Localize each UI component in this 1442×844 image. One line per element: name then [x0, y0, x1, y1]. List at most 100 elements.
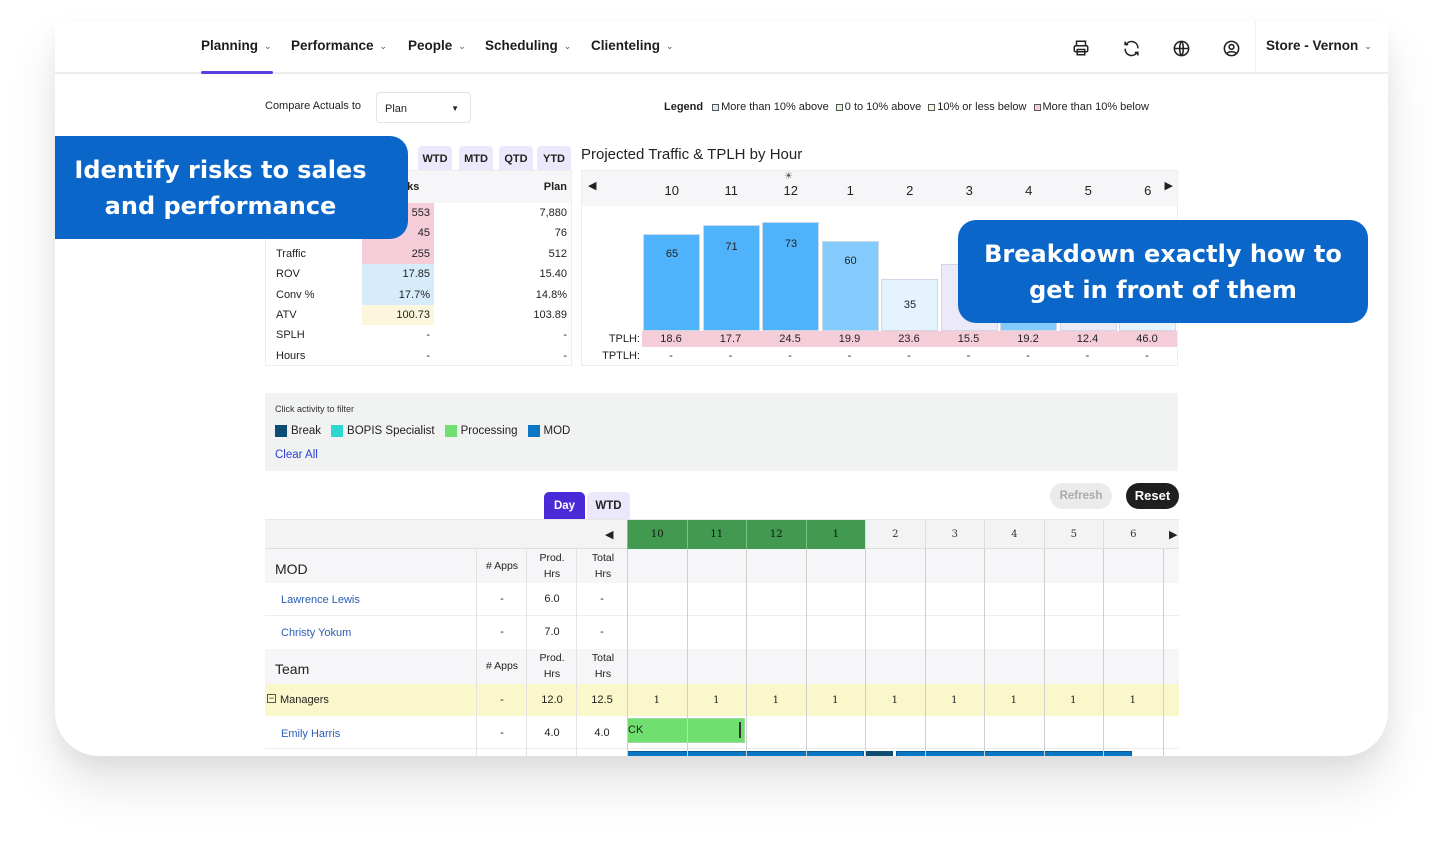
tplh-value: 23.6: [898, 333, 920, 345]
refresh-button[interactable]: Refresh: [1050, 483, 1112, 509]
activity-break[interactable]: Break: [275, 425, 321, 437]
tptlh-value: -: [669, 350, 673, 362]
activity-filter: Click activity to filter Break BOPIS Spe…: [265, 393, 1178, 471]
metric-row: ROV 17.85 15.40: [266, 264, 571, 285]
activity-processing[interactable]: Processing: [444, 425, 518, 437]
tplh-value: 12.4: [1076, 333, 1099, 345]
employee-link[interactable]: Lawrence Lewis: [281, 594, 360, 606]
schedule-hour[interactable]: 4: [984, 520, 1044, 549]
tab-day[interactable]: Day: [544, 492, 585, 519]
grid-line: [627, 549, 628, 756]
nav-label: Performance: [291, 38, 374, 53]
activity-mod[interactable]: MOD: [527, 425, 570, 437]
sun-icon: ☀: [784, 171, 793, 182]
activity-bopis[interactable]: BOPIS Specialist: [331, 425, 435, 437]
nav-scheduling[interactable]: Scheduling ⌄: [485, 38, 571, 53]
legend-label: More than 10% above: [721, 101, 829, 113]
tplh-label: TPLH:: [608, 333, 640, 345]
tab-mtd[interactable]: MTD: [459, 146, 493, 170]
managers-group-row: − Managers - 12.0 12.5 111111111: [265, 684, 1179, 716]
collapse-icon[interactable]: −: [267, 694, 276, 703]
metric-actual: 17.7%: [362, 284, 434, 305]
metric-actual: -: [426, 349, 430, 362]
callout-line: Identify risks to sales: [74, 156, 367, 184]
legend-item: More than 10% above: [712, 101, 829, 113]
bar-value-label: 60: [844, 255, 857, 267]
tplh-value: 18.6: [660, 333, 682, 345]
clear-all-link[interactable]: Clear All: [275, 449, 318, 461]
tab-wtd[interactable]: WTD: [418, 146, 452, 170]
employee-link[interactable]: Christy Yokum: [281, 627, 351, 639]
app-window: Planning ⌄ Performance ⌄ People ⌄ Schedulin…: [55, 22, 1388, 756]
manager-count: 1: [713, 695, 720, 706]
col-total: Total Hrs: [578, 550, 628, 582]
schedule-hour[interactable]: 3: [924, 520, 985, 549]
shift-block-mod[interactable]: [896, 751, 1132, 756]
chevron-down-icon: ⌄: [1364, 41, 1372, 51]
tab-ytd[interactable]: YTD: [537, 146, 571, 170]
hour-label: 6: [1144, 183, 1152, 198]
nav-people[interactable]: People ⌄: [408, 38, 466, 53]
col-prod-line1: Prod.: [539, 652, 565, 664]
legend-item: 0 to 10% above: [835, 101, 921, 113]
col-plan: Plan: [543, 181, 567, 193]
schedule-hour[interactable]: 6: [1103, 520, 1163, 549]
nav-label: Clienteling: [591, 38, 661, 53]
prev-arrow-icon[interactable]: ◀: [605, 528, 613, 541]
tplh-value: 15.5: [957, 333, 980, 345]
grid-line: [1162, 549, 1164, 756]
mod-swatch: [527, 425, 540, 437]
tplh-value: 46.0: [1136, 333, 1158, 345]
resize-handle[interactable]: [739, 722, 741, 738]
refresh-icon[interactable]: [1120, 37, 1142, 59]
schedule-hour[interactable]: 12: [746, 520, 806, 549]
metric-row: Hours - -: [266, 346, 571, 366]
schedule-row-partial: [265, 751, 1179, 756]
store-selector[interactable]: Store - Vernon ⌄: [1266, 38, 1372, 53]
schedule-hour[interactable]: 1: [805, 520, 865, 549]
schedule-hour[interactable]: 11: [686, 520, 746, 549]
next-arrow-icon[interactable]: ▶: [1169, 528, 1177, 541]
hour-label: 5: [1084, 183, 1092, 198]
chip-label: Break: [291, 425, 322, 437]
shift-block-break[interactable]: [866, 751, 893, 756]
compare-label: Compare Actuals to: [265, 100, 361, 112]
grid-line: [924, 549, 926, 756]
prev-arrow-icon[interactable]: ◀: [588, 179, 596, 192]
callout-left: Identify risks to sales and performance: [55, 136, 408, 239]
nav-clienteling[interactable]: Clienteling ⌄: [591, 38, 674, 53]
nav-performance[interactable]: Performance ⌄: [291, 38, 387, 53]
chart-hour-header: ◀ ▶ ☀ 10 11 12 1 2 3 4 5 6: [582, 171, 1177, 206]
reset-button[interactable]: Reset: [1126, 483, 1179, 509]
processing-swatch: [444, 425, 457, 437]
tplh-value: 19.9: [838, 333, 861, 345]
grid-line: [686, 549, 688, 756]
manager-count: 1: [772, 695, 779, 706]
manager-count: 1: [951, 695, 958, 706]
nav-planning[interactable]: Planning ⌄: [201, 38, 272, 53]
tab-qtd[interactable]: QTD: [499, 146, 533, 170]
legend-swatch: [928, 103, 936, 111]
schedule-hour[interactable]: 2: [865, 520, 925, 549]
chevron-down-icon: ⌄: [458, 41, 466, 51]
compare-select[interactable]: Plan ▼: [376, 92, 471, 123]
schedule-hour[interactable]: 5: [1043, 520, 1104, 549]
col-total-line1: Total: [591, 552, 615, 564]
metric-row: Traffic 255 512: [266, 243, 571, 265]
tab-wtd-schedule[interactable]: WTD: [587, 492, 630, 519]
user-icon[interactable]: [1220, 37, 1242, 59]
metric-label: ATV: [276, 309, 297, 321]
schedule-hour[interactable]: 10: [627, 520, 687, 549]
tplh-value: 24.5: [779, 333, 801, 345]
print-icon[interactable]: [1070, 37, 1092, 59]
employee-link[interactable]: Emily Harris: [281, 728, 340, 740]
schedule-row: Lawrence Lewis - 6.0 -: [265, 583, 1179, 616]
manager-count: 1: [832, 695, 839, 706]
metric-plan: 103.89: [533, 309, 567, 321]
globe-icon[interactable]: [1170, 37, 1192, 59]
schedule-hour-header: ◀ 10 11 12 1 2 3 4 5 6 ▶: [265, 519, 1179, 549]
bar-value-label: 35: [903, 298, 917, 311]
grid-line: [805, 549, 807, 756]
group-name: Managers: [280, 694, 329, 706]
compare-value: Plan: [385, 103, 408, 115]
